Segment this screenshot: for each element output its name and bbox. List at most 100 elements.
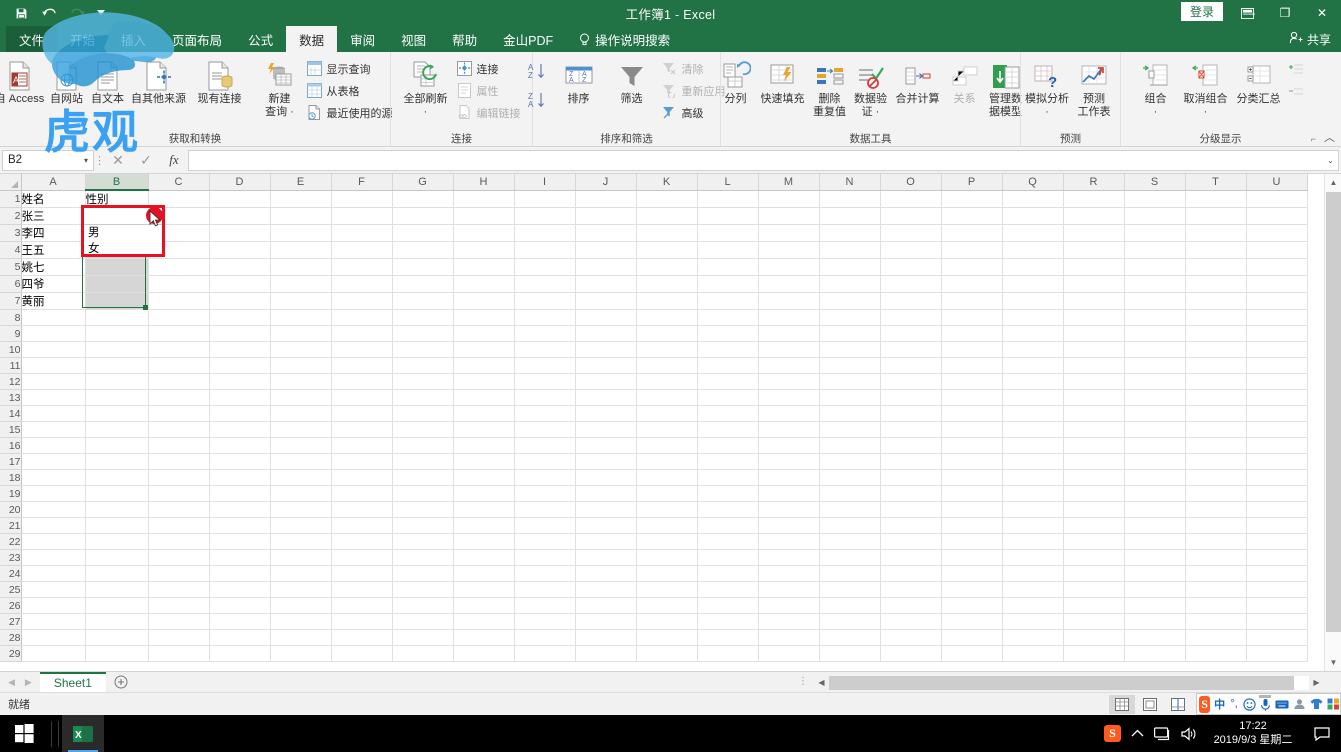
prev-sheet-button[interactable]: ◀	[8, 677, 15, 688]
cell-s21[interactable]	[1124, 517, 1186, 534]
cell-e1[interactable]	[270, 190, 332, 208]
cell-c6[interactable]	[148, 275, 210, 293]
cell-a14[interactable]	[21, 405, 86, 422]
cell-d26[interactable]	[209, 597, 271, 614]
expand-formula-bar-button[interactable]: ⌄	[1323, 149, 1339, 171]
column-header-e[interactable]: E	[270, 174, 332, 191]
from-other-sources-button[interactable]: 自其他来源	[129, 56, 189, 106]
cell-g15[interactable]	[392, 421, 454, 438]
cell-n8[interactable]	[819, 309, 881, 326]
cell-i25[interactable]	[514, 581, 576, 598]
ime-punctuation-icon[interactable]: °,	[1229, 697, 1239, 712]
cell-l2[interactable]	[697, 207, 759, 225]
cell-s2[interactable]	[1124, 207, 1186, 225]
cell-q8[interactable]	[1002, 309, 1064, 326]
cell-n18[interactable]	[819, 469, 881, 486]
cell-g19[interactable]	[392, 485, 454, 502]
sheet-tab-sheet1[interactable]: Sheet1	[39, 671, 106, 693]
ime-toolbox-icon[interactable]	[1327, 697, 1340, 712]
cell-p26[interactable]	[941, 597, 1003, 614]
cell-q25[interactable]	[1002, 581, 1064, 598]
spreadsheet-grid[interactable]: A B C D E F G H I J K L M N O P Q R S T U 1 姓名 性别 2 张三 3 李四 4 王五 5 姚七 6 四…	[0, 174, 1341, 671]
cell-r10[interactable]	[1063, 341, 1125, 358]
cell-m27[interactable]	[758, 613, 820, 630]
cell-a18[interactable]	[21, 469, 86, 486]
cell-h19[interactable]	[453, 485, 515, 502]
cell-d29[interactable]	[209, 645, 271, 662]
cell-b19[interactable]	[85, 485, 149, 502]
cell-l4[interactable]	[697, 241, 759, 259]
cell-h27[interactable]	[453, 613, 515, 630]
cell-s11[interactable]	[1124, 357, 1186, 374]
cell-c13[interactable]	[148, 389, 210, 406]
cell-o3[interactable]	[880, 224, 942, 242]
cell-s7[interactable]	[1124, 292, 1186, 310]
cell-t20[interactable]	[1185, 501, 1247, 518]
ime-voice-icon[interactable]	[1260, 697, 1271, 712]
cell-l26[interactable]	[697, 597, 759, 614]
cell-o7[interactable]	[880, 292, 942, 310]
cell-h2[interactable]	[453, 207, 515, 225]
cell-d9[interactable]	[209, 325, 271, 342]
column-header-d[interactable]: D	[209, 174, 271, 191]
filter-button[interactable]: 筛选	[606, 56, 658, 106]
cell-j28[interactable]	[575, 629, 637, 646]
cell-g9[interactable]	[392, 325, 454, 342]
cell-i1[interactable]	[514, 190, 576, 208]
tab-file[interactable]: 文件	[6, 26, 58, 52]
cell-b9[interactable]	[85, 325, 149, 342]
cell-j2[interactable]	[575, 207, 637, 225]
cell-g8[interactable]	[392, 309, 454, 326]
cell-t23[interactable]	[1185, 549, 1247, 566]
cell-j1[interactable]	[575, 190, 637, 208]
cell-d28[interactable]	[209, 629, 271, 646]
page-break-preview-button[interactable]	[1165, 695, 1191, 714]
cell-m10[interactable]	[758, 341, 820, 358]
tab-view[interactable]: 视图	[388, 26, 439, 52]
cell-o17[interactable]	[880, 453, 942, 470]
cell-i11[interactable]	[514, 357, 576, 374]
cell-l14[interactable]	[697, 405, 759, 422]
cell-h20[interactable]	[453, 501, 515, 518]
cell-u27[interactable]	[1246, 613, 1308, 630]
cell-t12[interactable]	[1185, 373, 1247, 390]
cell-h7[interactable]	[453, 292, 515, 310]
cell-i26[interactable]	[514, 597, 576, 614]
cell-p27[interactable]	[941, 613, 1003, 630]
cell-b26[interactable]	[85, 597, 149, 614]
cell-d16[interactable]	[209, 437, 271, 454]
cell-n22[interactable]	[819, 533, 881, 550]
cell-c14[interactable]	[148, 405, 210, 422]
cell-q9[interactable]	[1002, 325, 1064, 342]
cell-f28[interactable]	[331, 629, 393, 646]
cell-l28[interactable]	[697, 629, 759, 646]
cell-f19[interactable]	[331, 485, 393, 502]
cell-o24[interactable]	[880, 565, 942, 582]
cell-s29[interactable]	[1124, 645, 1186, 662]
cell-i16[interactable]	[514, 437, 576, 454]
cell-o27[interactable]	[880, 613, 942, 630]
cell-n12[interactable]	[819, 373, 881, 390]
cell-u2[interactable]	[1246, 207, 1308, 225]
cell-j12[interactable]	[575, 373, 637, 390]
cell-g6[interactable]	[392, 275, 454, 293]
cell-t25[interactable]	[1185, 581, 1247, 598]
cell-u8[interactable]	[1246, 309, 1308, 326]
cell-m12[interactable]	[758, 373, 820, 390]
column-header-t[interactable]: T	[1185, 174, 1247, 191]
cell-e15[interactable]	[270, 421, 332, 438]
cell-t29[interactable]	[1185, 645, 1247, 662]
cell-e22[interactable]	[270, 533, 332, 550]
cell-k13[interactable]	[636, 389, 698, 406]
cell-e27[interactable]	[270, 613, 332, 630]
cell-m16[interactable]	[758, 437, 820, 454]
cell-h22[interactable]	[453, 533, 515, 550]
network-icon[interactable]	[1154, 726, 1171, 741]
cell-e12[interactable]	[270, 373, 332, 390]
cell-h15[interactable]	[453, 421, 515, 438]
cell-g14[interactable]	[392, 405, 454, 422]
cell-u5[interactable]	[1246, 258, 1308, 276]
cell-q29[interactable]	[1002, 645, 1064, 662]
cell-q2[interactable]	[1002, 207, 1064, 225]
cell-s14[interactable]	[1124, 405, 1186, 422]
